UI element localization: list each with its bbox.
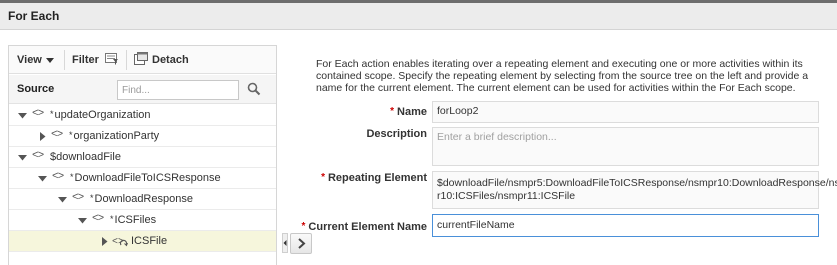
repeating-element-icon: <> xyxy=(112,237,128,248)
tree-node-label: *DownloadFileToICSResponse xyxy=(70,172,221,184)
source-panel: View Filter Detach Source Find... <> *up… xyxy=(8,45,277,265)
name-field[interactable]: forLoop2 xyxy=(432,101,819,123)
source-toolbar: View Filter Detach xyxy=(9,46,276,74)
filter-button[interactable]: Filter xyxy=(72,46,119,74)
detach-label: Detach xyxy=(152,54,189,66)
repeating-element-field[interactable]: $downloadFile/nsmpr5:DownloadFileToICSRe… xyxy=(432,171,837,209)
tree-node-label: $downloadFile xyxy=(50,151,121,163)
toolbar-divider xyxy=(126,50,127,70)
source-label: Source xyxy=(17,83,55,95)
tree-node-label: *organizationParty xyxy=(69,130,160,142)
view-menu[interactable]: View xyxy=(17,46,54,74)
tree-node-selected[interactable]: <> ICSFile xyxy=(9,231,276,252)
dialog-header: For Each xyxy=(0,3,837,30)
tree-node[interactable]: <> $downloadFile xyxy=(9,147,276,168)
current-element-name-label: * Current Element Name xyxy=(301,221,428,233)
element-icon: <> xyxy=(32,150,44,162)
move-to-repeating-button[interactable] xyxy=(290,233,312,254)
tree-node[interactable]: <> *DownloadFileToICSResponse xyxy=(9,168,276,189)
detach-button[interactable]: Detach xyxy=(134,46,189,74)
chevron-right-icon xyxy=(298,238,306,249)
filter-label: Filter xyxy=(72,54,99,66)
source-header: Source xyxy=(9,75,276,104)
tree-node[interactable]: <> *DownloadResponse xyxy=(9,189,276,210)
tree-node-label: *ICSFiles xyxy=(110,214,157,226)
expand-down-icon[interactable] xyxy=(78,216,87,225)
description-field[interactable]: Enter a brief description... xyxy=(432,127,819,166)
source-tree: <> *updateOrganization <> *organizationP… xyxy=(9,105,276,252)
element-icon: <> xyxy=(52,171,64,183)
panel-splitter[interactable] xyxy=(282,233,288,253)
svg-text:<>: <> xyxy=(112,237,124,248)
filter-icon xyxy=(104,53,118,65)
element-icon: <> xyxy=(51,129,63,141)
element-icon: <> xyxy=(72,192,84,204)
tree-node[interactable]: <> *updateOrganization xyxy=(9,105,276,126)
expand-right-icon[interactable] xyxy=(100,237,109,246)
collapse-left-icon xyxy=(283,240,287,246)
caret-down-icon xyxy=(45,57,54,63)
tree-node-label: *updateOrganization xyxy=(50,109,151,121)
tree-node-label: *DownloadResponse xyxy=(90,193,193,205)
toolbar-divider xyxy=(64,50,65,70)
search-icon[interactable] xyxy=(247,82,261,96)
repeating-element-path-line2: r10:ICSFiles/nsmpr11:ICSFile xyxy=(437,190,576,202)
repeating-element-path-line1: $downloadFile/nsmpr5:DownloadFileToICSRe… xyxy=(437,177,837,189)
element-icon: <> xyxy=(92,213,104,225)
expand-down-icon[interactable] xyxy=(18,153,27,162)
view-label: View xyxy=(17,54,42,66)
expand-down-icon[interactable] xyxy=(58,195,67,204)
repeating-element-label: * Repeating Element xyxy=(321,172,427,184)
detach-icon xyxy=(134,52,148,65)
for-each-description: For Each action enables iterating over a… xyxy=(316,58,809,94)
tree-node-label: ICSFile xyxy=(131,235,168,247)
element-icon: <> xyxy=(32,108,44,120)
tree-node[interactable]: <> *ICSFiles xyxy=(9,210,276,231)
tree-node[interactable]: <> *organizationParty xyxy=(9,126,276,147)
dialog-title: For Each xyxy=(8,9,60,23)
current-element-name-field[interactable]: currentFileName xyxy=(432,214,819,237)
expand-down-icon[interactable] xyxy=(38,174,47,183)
expand-down-icon[interactable] xyxy=(18,111,27,120)
find-input[interactable] xyxy=(117,80,239,100)
expand-right-icon[interactable] xyxy=(38,132,47,141)
description-label: Description xyxy=(366,128,427,140)
name-label: * Name xyxy=(390,106,427,118)
